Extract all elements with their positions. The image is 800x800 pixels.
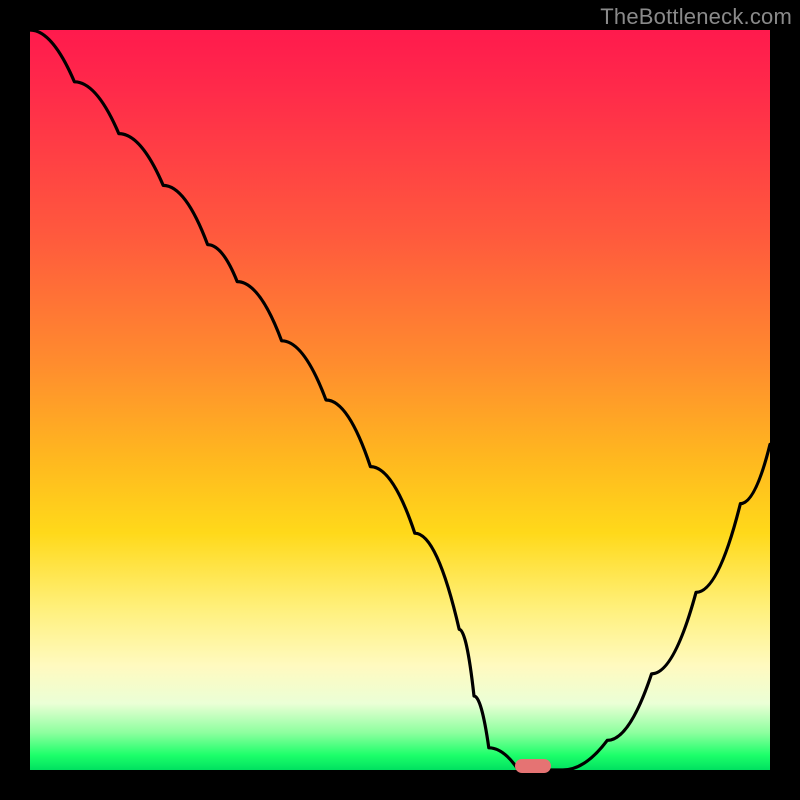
chart-frame: TheBottleneck.com: [0, 0, 800, 800]
optimal-point-marker: [515, 759, 551, 773]
plot-area: [30, 30, 770, 770]
bottleneck-curve: [30, 30, 770, 770]
watermark-text: TheBottleneck.com: [600, 4, 792, 30]
curve-path: [30, 30, 770, 770]
